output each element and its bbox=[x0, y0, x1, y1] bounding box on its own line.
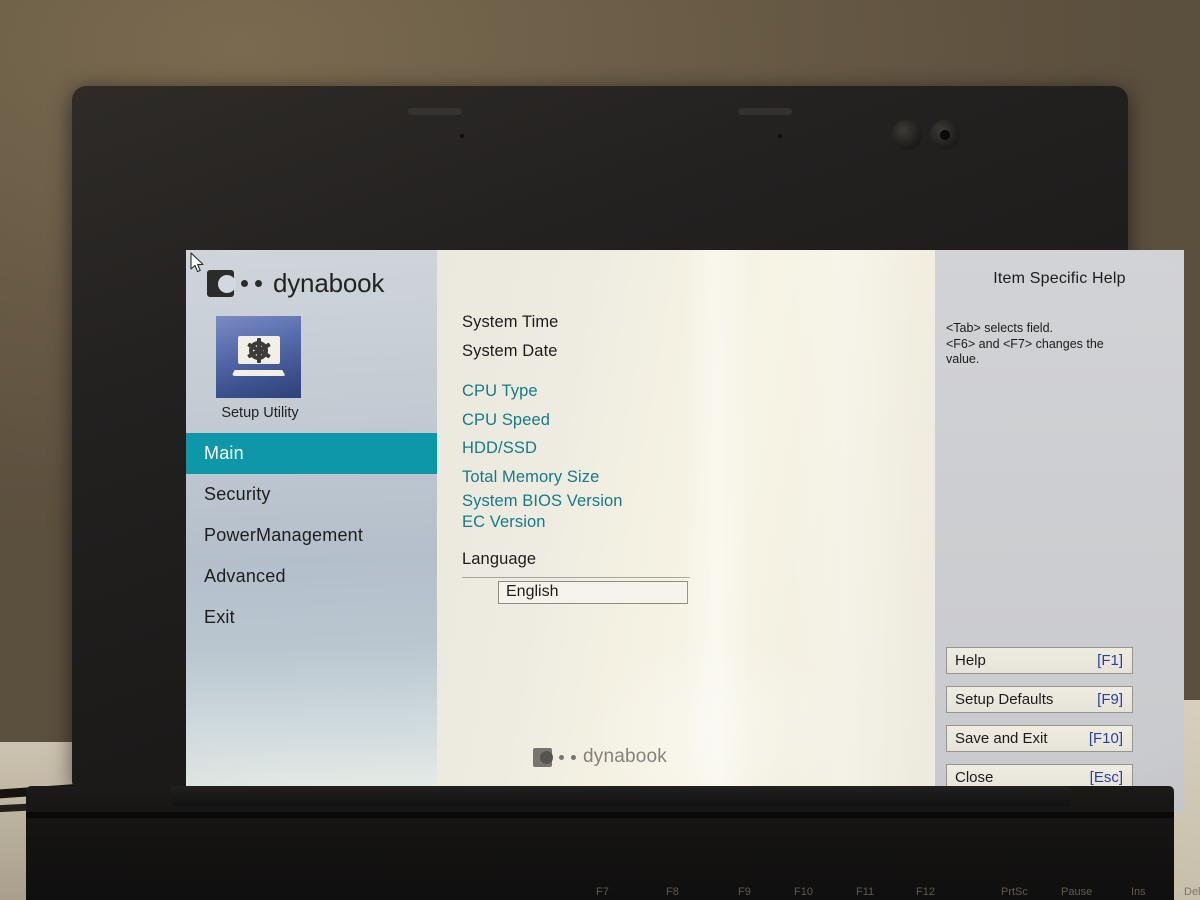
fkey-label: Setup Defaults bbox=[955, 691, 1054, 708]
bezel-brand-logo: dynabook bbox=[72, 746, 1128, 768]
bios-nav-list[interactable]: Main Security PowerManagement Advanced Exit bbox=[186, 433, 437, 638]
sidebar-item-main[interactable]: Main bbox=[186, 433, 437, 474]
laptop-glyph-base bbox=[231, 370, 286, 376]
field-cpu-speed: CPU Speed bbox=[462, 410, 551, 429]
keycap-f7[interactable]: F7 bbox=[596, 886, 609, 898]
bezel-dot-icon bbox=[558, 754, 564, 760]
field-group-spacer bbox=[462, 365, 935, 377]
gear-icon bbox=[246, 337, 271, 363]
webcam-indicator-lens bbox=[892, 120, 922, 150]
field-system-bios-version: System BIOS Version bbox=[462, 492, 623, 510]
photo-scene: dynabook Setup Utility Main Security Pow… bbox=[0, 0, 1200, 900]
setup-utility-label: Setup Utility bbox=[221, 405, 299, 421]
field-system-date[interactable]: System Date bbox=[462, 337, 935, 366]
bios-sidebar: dynabook Setup Utility Main Security Pow… bbox=[186, 250, 437, 813]
help-panel-title: Item Specific Help bbox=[993, 270, 1126, 287]
fkey-shortcut: [F10] bbox=[1088, 730, 1123, 747]
keycap-f12[interactable]: F12 bbox=[916, 886, 935, 898]
dynabook-pac-icon bbox=[207, 270, 236, 297]
setup-utility-icon bbox=[216, 316, 301, 398]
keycap-del[interactable]: Del bbox=[1184, 886, 1200, 898]
field-hdd-ssd: HDD/SSD bbox=[462, 439, 537, 457]
language-divider bbox=[462, 576, 690, 578]
dynabook-dot-icon bbox=[241, 280, 248, 287]
help-button[interactable]: Help [F1] bbox=[946, 647, 1133, 674]
keyboard-function-row[interactable]: F7 F8 F9 F10 F11 F12 PrtSc Pause Ins Del bbox=[26, 878, 1200, 898]
function-key-buttons[interactable]: Help [F1] Setup Defaults [F9] Save and Exit [… bbox=[946, 647, 1133, 791]
fkey-shortcut: [F1] bbox=[1097, 652, 1123, 669]
setup-defaults-button[interactable]: Setup Defaults [F9] bbox=[946, 686, 1133, 713]
item-specific-help-panel: Item Specific Help <Tab> selects field. … bbox=[935, 250, 1184, 813]
fkey-shortcut: [Esc] bbox=[1089, 769, 1123, 786]
keycap-f11[interactable]: F11 bbox=[856, 886, 874, 898]
laptop-lid: dynabook Setup Utility Main Security Pow… bbox=[72, 86, 1184, 813]
laptop-base: F7 F8 F9 F10 F11 F12 PrtSc Pause Ins Del bbox=[26, 786, 1200, 900]
field-ec-version: EC Version bbox=[462, 513, 546, 531]
field-total-memory-size: Total Memory Size bbox=[462, 467, 600, 486]
laptop-glyph-lid bbox=[237, 336, 280, 364]
keycap-prtsc[interactable]: PrtSc bbox=[1001, 886, 1028, 898]
field-system-time[interactable]: System Time bbox=[462, 308, 935, 337]
keycap-f8[interactable]: F8 bbox=[666, 886, 679, 898]
fkey-label: Help bbox=[955, 652, 986, 669]
system-info-list: CPU Type CPU Speed HDD/SSD Total Memory Siz… bbox=[462, 377, 935, 491]
setup-utility-block: Setup Utility bbox=[186, 316, 437, 421]
language-label: Language bbox=[462, 550, 537, 568]
bezel-vent-left bbox=[408, 108, 462, 115]
keycap-f10[interactable]: F10 bbox=[794, 886, 813, 898]
keycap-pause[interactable]: Pause bbox=[1061, 886, 1092, 898]
laptop-glyph-icon bbox=[231, 336, 286, 378]
sidebar-item-advanced[interactable]: Advanced bbox=[186, 556, 437, 597]
language-select[interactable]: English bbox=[498, 580, 688, 604]
dynabook-logo: dynabook bbox=[186, 250, 437, 299]
sidebar-item-exit[interactable]: Exit bbox=[186, 597, 437, 638]
dynabook-dot2-icon bbox=[255, 280, 262, 287]
sidebar-item-security[interactable]: Security bbox=[186, 474, 437, 515]
field-cpu-type: CPU Type bbox=[462, 382, 538, 400]
sidebar-item-powermanagement[interactable]: PowerManagement bbox=[186, 515, 437, 556]
keycap-f9[interactable]: F9 bbox=[738, 886, 751, 898]
system-field-list: System Time System Date bbox=[462, 308, 935, 377]
keycap-ins[interactable]: Ins bbox=[1131, 886, 1146, 898]
laptop-screen: dynabook Setup Utility Main Security Pow… bbox=[186, 250, 1184, 813]
microphone-dot-right bbox=[778, 134, 782, 138]
laptop-hinge bbox=[171, 786, 1071, 806]
fkey-label: Close bbox=[955, 769, 994, 786]
microphone-dot-left bbox=[460, 134, 464, 138]
webcam-module bbox=[402, 100, 960, 150]
help-panel-text: <Tab> selects field. <F6> and <F7> chang… bbox=[946, 321, 1104, 366]
version-info-list: System BIOS Version EC Version bbox=[462, 491, 935, 533]
bezel-pac-icon bbox=[532, 747, 553, 767]
fkey-label: Save and Exit bbox=[955, 730, 1048, 747]
bios-main-panel: System Time System Date CPU Type CPU Speed… bbox=[437, 250, 935, 813]
laptop-base-lip bbox=[26, 812, 1174, 818]
dynabook-wordmark: dynabook bbox=[273, 268, 385, 298]
fkey-shortcut: [F9] bbox=[1097, 691, 1123, 708]
webcam-lens bbox=[930, 120, 960, 150]
bezel-vent-right bbox=[738, 108, 792, 115]
bezel-dot2-icon bbox=[570, 754, 576, 760]
bezel-wordmark: dynabook bbox=[582, 746, 667, 767]
